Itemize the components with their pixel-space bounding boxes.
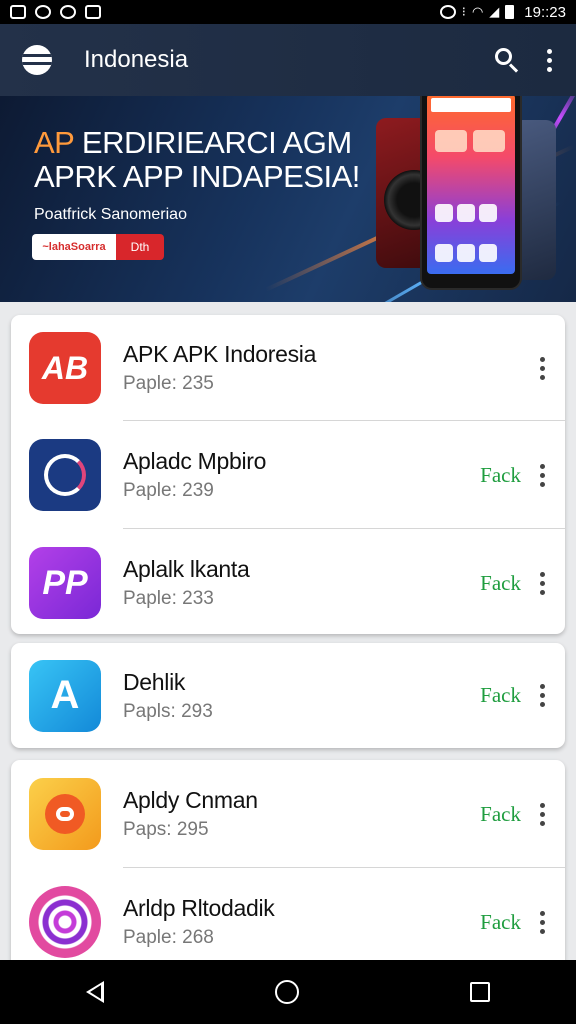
app-list-item[interactable]: PP Aplalk lkanta Paple: 233 Fack — [11, 529, 565, 634]
menu-icon[interactable] — [22, 45, 52, 75]
app-meta: Paple: 268 — [123, 927, 214, 948]
ab-logo-icon: AB — [29, 332, 101, 404]
overflow-menu-icon[interactable] — [547, 48, 552, 72]
action-button[interactable]: Fack — [480, 910, 521, 935]
sync-notification-icon — [35, 5, 51, 19]
app-name: Apldy Cnman — [123, 787, 258, 813]
chat-ring-icon — [29, 778, 101, 850]
app-meta: Paple: 239 — [123, 480, 214, 501]
banner-subtitle: Poatfrick Sanomeriao — [34, 206, 187, 223]
battery-icon — [505, 5, 515, 19]
action-button[interactable]: Fack — [480, 571, 521, 596]
more-options-icon[interactable] — [540, 571, 545, 595]
cta-label: ~lahaSoarra — [32, 234, 116, 260]
wifi-icon: ◠ — [471, 4, 484, 19]
app-meta: Paple: 235 — [123, 373, 214, 394]
app-bar: Indonesia — [0, 24, 576, 96]
recent-apps-icon[interactable] — [470, 982, 491, 1002]
spiral-icon — [29, 886, 101, 958]
app-list-card: A Dehlik Papls: 293 Fack — [11, 643, 565, 748]
more-options-icon[interactable] — [540, 910, 545, 934]
app-list-card: Apldy Cnman Paps: 295 Fack Arldp Rltodad… — [11, 760, 565, 980]
app-list-item[interactable]: AB APK APK Indoresia Paple: 235 — [11, 315, 565, 421]
app-name: Dehlik — [123, 668, 186, 695]
app-bar-title: Indonesia — [84, 46, 189, 73]
alarm-clock-icon — [439, 5, 456, 19]
action-button[interactable]: Fack — [480, 683, 521, 708]
more-options-icon[interactable] — [540, 684, 545, 707]
promo-banner[interactable]: AP ERDIRIEARCI AGM APRK APP INDAPESIA! P… — [0, 96, 576, 302]
back-icon[interactable] — [85, 981, 104, 1003]
app-meta: Papls: 293 — [123, 700, 213, 722]
action-button[interactable]: Fack — [480, 802, 521, 827]
gallery-notification-icon — [10, 5, 26, 19]
app-list-item[interactable]: Apladc Mpbiro Paple: 239 Fack — [11, 421, 565, 529]
app-name: Arldp Rltodadik — [123, 895, 275, 921]
app-name: Apladc Mpbiro — [123, 448, 267, 474]
banner-headline: AP ERDIRIEARCI AGM APRK APP INDAPESIA! — [34, 125, 360, 194]
app-meta: Paps: 295 — [123, 819, 209, 840]
a-swoosh-icon — [29, 439, 101, 511]
pp-logo-icon: PP — [29, 547, 101, 619]
search-icon[interactable] — [495, 48, 519, 73]
app-name: APK APK Indoresia — [123, 341, 317, 367]
action-button[interactable]: Fack — [480, 463, 521, 488]
app-name: Aplalk lkanta — [123, 556, 250, 582]
alarm-notification-icon — [60, 5, 76, 19]
a-arrow-icon: A — [29, 659, 101, 732]
navigation-bar — [0, 960, 576, 1024]
phone-illustration-front — [420, 96, 522, 290]
signal-icon: ◢ — [489, 4, 500, 19]
app-list-item[interactable]: A Dehlik Papls: 293 Fack — [11, 643, 565, 748]
cta-action: Dth — [116, 234, 164, 260]
more-options-icon[interactable] — [540, 463, 545, 487]
more-options-icon[interactable] — [540, 356, 545, 380]
mail-notification-icon — [85, 5, 101, 19]
app-list-card: AB APK APK Indoresia Paple: 235 Apladc M… — [11, 315, 565, 634]
home-icon[interactable] — [274, 980, 299, 1004]
app-meta: Paple: 233 — [123, 588, 214, 609]
vibrate-icon: ⁝ — [461, 4, 466, 19]
more-options-icon[interactable] — [540, 802, 545, 826]
status-time: 19::23 — [524, 3, 566, 21]
banner-cta-button[interactable]: ~lahaSoarra Dth — [32, 234, 164, 260]
status-bar: ⁝ ◠ ◢ 19::23 — [0, 0, 576, 24]
app-list-item[interactable]: Apldy Cnman Paps: 295 Fack — [11, 760, 565, 868]
